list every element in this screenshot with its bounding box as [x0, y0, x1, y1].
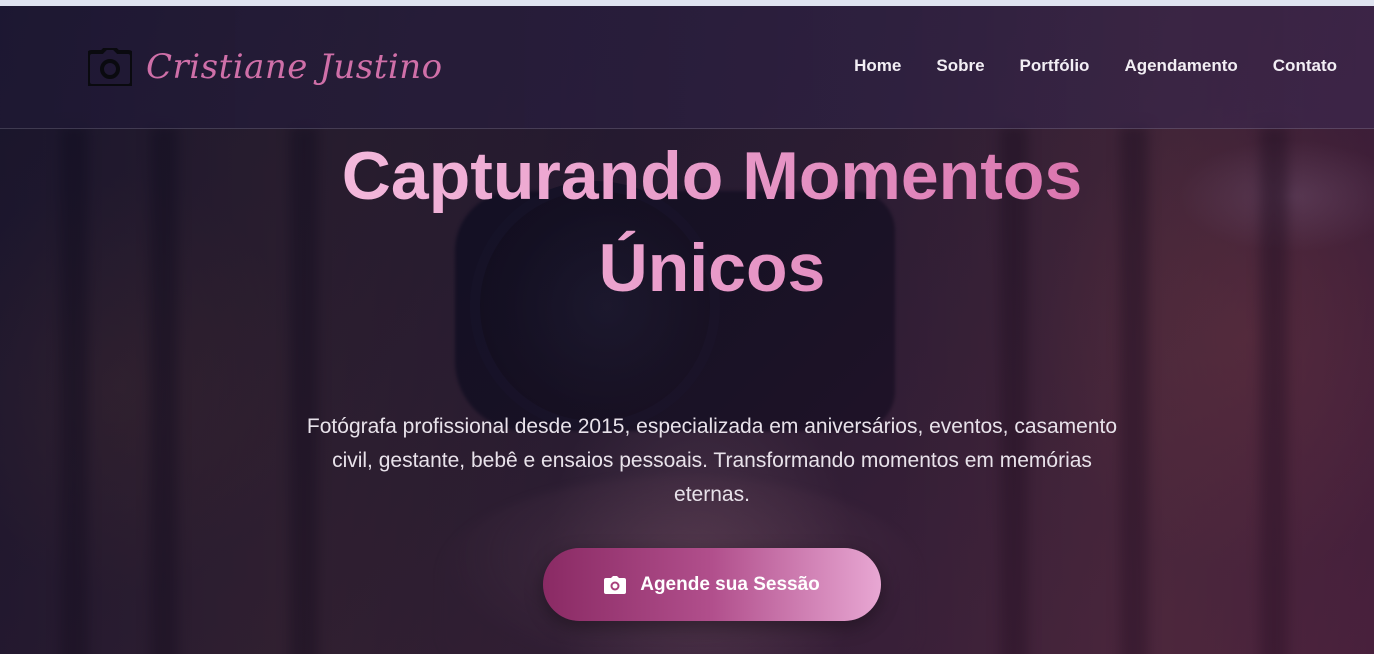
nav-item-agendamento[interactable]: Agendamento	[1124, 56, 1237, 76]
nav-item-portfolio[interactable]: Portfólio	[1020, 56, 1090, 76]
main-nav: Home Sobre Portfólio Agendamento Contato	[854, 56, 1337, 76]
hero-headline-line1: Capturando Momentos	[341, 138, 1083, 214]
nav-item-contato[interactable]: Contato	[1273, 56, 1337, 76]
camera-icon	[88, 48, 132, 86]
brand-name: Cristiane Justino	[146, 47, 443, 87]
nav-item-sobre[interactable]: Sobre	[936, 56, 984, 76]
hero-headline: Capturando Momentos Únicos	[220, 130, 1204, 314]
schedule-session-label: Agende sua Sessão	[640, 573, 820, 595]
nav-item-home[interactable]: Home	[854, 56, 901, 76]
schedule-session-button[interactable]: Agende sua Sessão	[543, 548, 881, 621]
brand-logo[interactable]: Cristiane Justino	[88, 42, 443, 92]
camera-icon	[604, 575, 627, 594]
hero-headline-line2: Únicos	[598, 230, 826, 306]
hero-description: Fotógrafa profissional desde 2015, espec…	[306, 415, 1118, 506]
navbar: Cristiane Justino Home Sobre Portfólio A…	[0, 6, 1374, 129]
